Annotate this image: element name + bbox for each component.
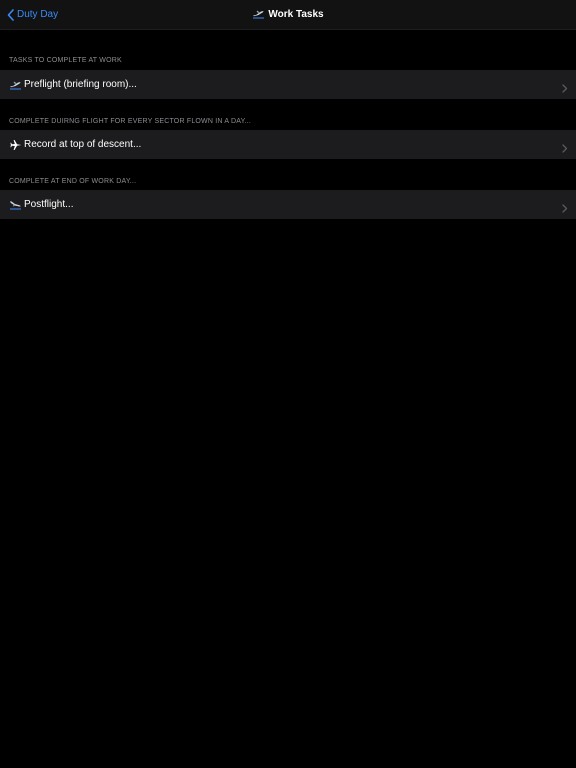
list-item-label: Record at top of descent... bbox=[24, 139, 142, 150]
page-title: Work Tasks bbox=[268, 9, 324, 20]
navigation-bar: Duty Day Work Tasks bbox=[0, 0, 576, 30]
list-item-label: Preflight (briefing room)... bbox=[24, 79, 137, 90]
back-button-label: Duty Day bbox=[17, 9, 59, 20]
plane-landing-icon bbox=[9, 198, 22, 211]
nav-title: Work Tasks bbox=[0, 0, 576, 29]
chevron-right-icon bbox=[562, 200, 568, 213]
section-header-during-flight: COMPLETE DUIRNG FLIGHT FOR EVERY SECTOR … bbox=[9, 118, 252, 125]
list-item-label: Postflight... bbox=[24, 199, 74, 210]
chevron-right-icon bbox=[562, 80, 568, 93]
chevron-left-icon bbox=[7, 8, 14, 21]
section-header-at-work: TASKS TO COMPLETE AT WORK bbox=[9, 57, 122, 64]
back-button[interactable]: Duty Day bbox=[7, 7, 58, 22]
plane-takeoff-icon bbox=[252, 6, 265, 24]
chevron-right-icon bbox=[562, 140, 568, 153]
list-item-preflight[interactable]: Preflight (briefing room)... bbox=[0, 70, 576, 99]
list-item-postflight[interactable]: Postflight... bbox=[0, 190, 576, 219]
airplane-icon bbox=[9, 138, 22, 151]
work-tasks-screen: Duty Day Work Tasks TASKS TO COMPLETE AT… bbox=[0, 0, 576, 768]
plane-takeoff-icon bbox=[9, 78, 22, 91]
list-item-top-of-descent[interactable]: Record at top of descent... bbox=[0, 130, 576, 159]
section-header-end-of-day: COMPLETE AT END OF WORK DAY... bbox=[9, 178, 137, 185]
